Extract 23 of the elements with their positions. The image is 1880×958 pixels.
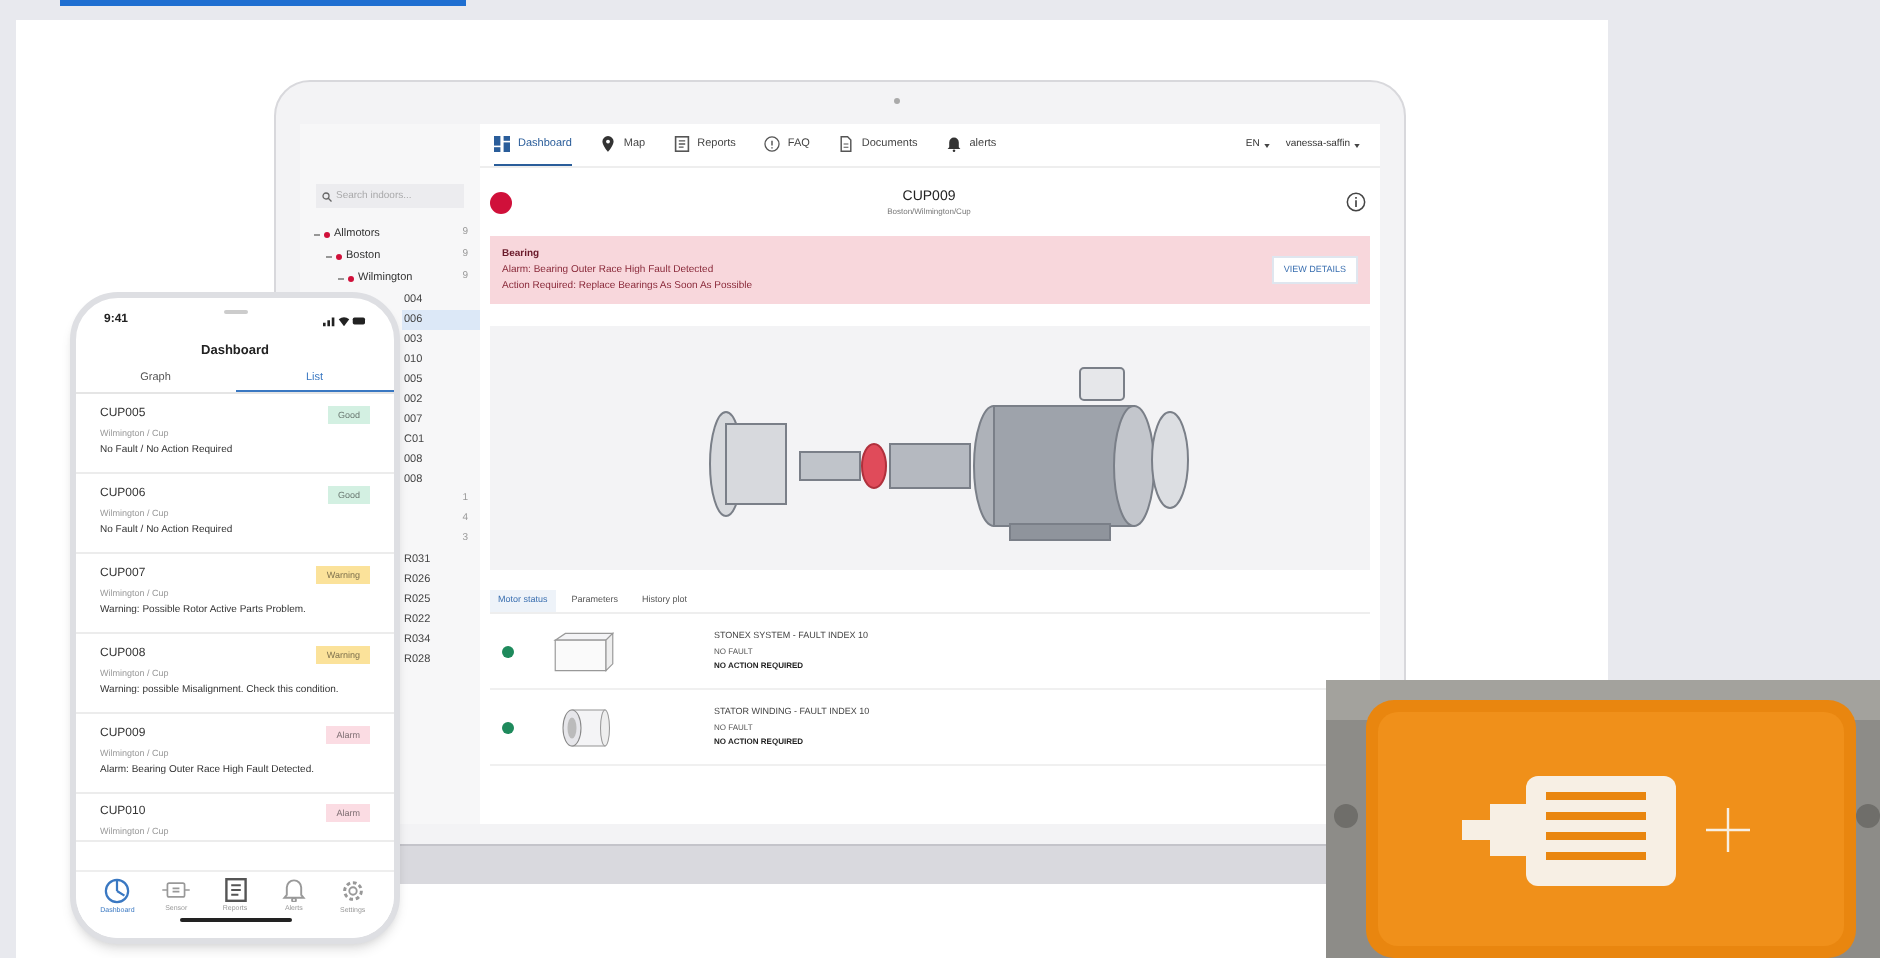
report-icon xyxy=(673,136,690,152)
caret-icon xyxy=(1354,143,1360,147)
status-icons-icon xyxy=(322,313,366,327)
home-indicator xyxy=(180,918,292,922)
collapse-icon xyxy=(338,275,344,281)
bell-icon xyxy=(281,878,306,902)
collapse-icon xyxy=(314,231,320,237)
gear-icon xyxy=(339,878,366,904)
bell-icon xyxy=(945,136,962,152)
info-icon xyxy=(1346,192,1366,212)
gauge-icon xyxy=(104,878,131,904)
search-icon xyxy=(322,191,332,201)
box-drawing xyxy=(550,629,618,673)
camera-icon xyxy=(894,98,900,104)
help-icon xyxy=(763,136,780,152)
sensor-icon xyxy=(162,878,191,902)
link-underline[interactable] xyxy=(60,0,466,6)
caret-icon xyxy=(1263,143,1270,147)
collapse-icon xyxy=(326,253,332,259)
pin-icon xyxy=(599,136,616,152)
dashboard-icon xyxy=(494,136,510,152)
document-icon xyxy=(837,136,854,152)
report-icon xyxy=(223,878,248,902)
